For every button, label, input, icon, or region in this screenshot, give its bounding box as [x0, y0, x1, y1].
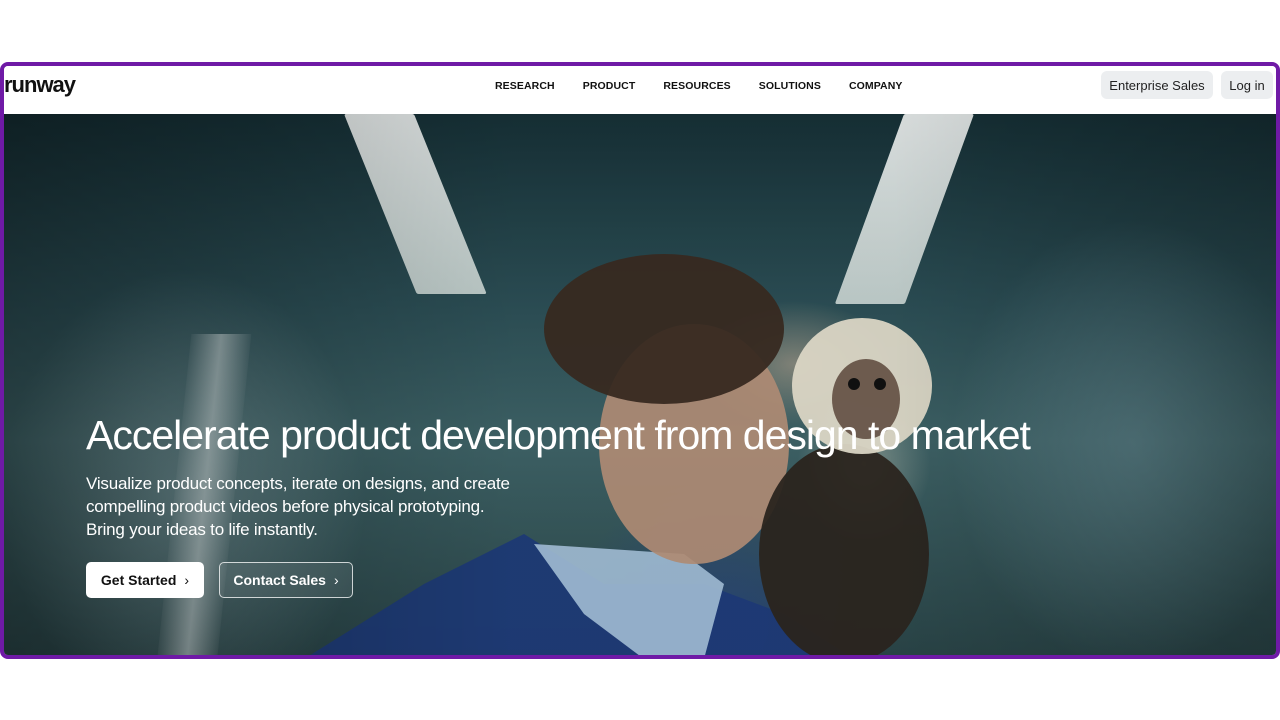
nav-item-solutions[interactable]: SOLUTIONS [745, 80, 835, 92]
enterprise-sales-button[interactable]: Enterprise Sales [1101, 71, 1213, 99]
hero-subtitle-line: compelling product videos before physica… [86, 497, 485, 516]
login-button[interactable]: Log in [1221, 71, 1273, 99]
nav-item-company[interactable]: COMPANY [835, 80, 917, 92]
hero-title: Accelerate product development from desi… [86, 412, 1031, 458]
hero-section: Accelerate product development from desi… [4, 114, 1276, 655]
get-started-button[interactable]: Get Started › [86, 562, 204, 598]
top-nav: runway RESEARCH PRODUCT RESOURCES SOLUTI… [4, 66, 1276, 114]
nav-item-product[interactable]: PRODUCT [569, 80, 650, 92]
nav-item-resources[interactable]: RESOURCES [649, 80, 744, 92]
chevron-right-icon: › [184, 572, 190, 588]
contact-sales-label: Contact Sales [233, 572, 326, 588]
contact-sales-button[interactable]: Contact Sales › [219, 562, 353, 598]
hero-subtitle-line: Visualize product concepts, iterate on d… [86, 474, 510, 493]
runway-logo[interactable]: runway [4, 72, 76, 98]
browser-frame: runway RESEARCH PRODUCT RESOURCES SOLUTI… [0, 62, 1280, 659]
main-menu: RESEARCH PRODUCT RESOURCES SOLUTIONS COM… [495, 80, 917, 92]
hero-subtitle-line: Bring your ideas to life instantly. [86, 520, 318, 539]
hero-subtitle: Visualize product concepts, iterate on d… [86, 472, 576, 541]
nav-item-research[interactable]: RESEARCH [495, 80, 569, 92]
get-started-label: Get Started [100, 572, 177, 588]
chevron-right-icon: › [333, 572, 339, 588]
